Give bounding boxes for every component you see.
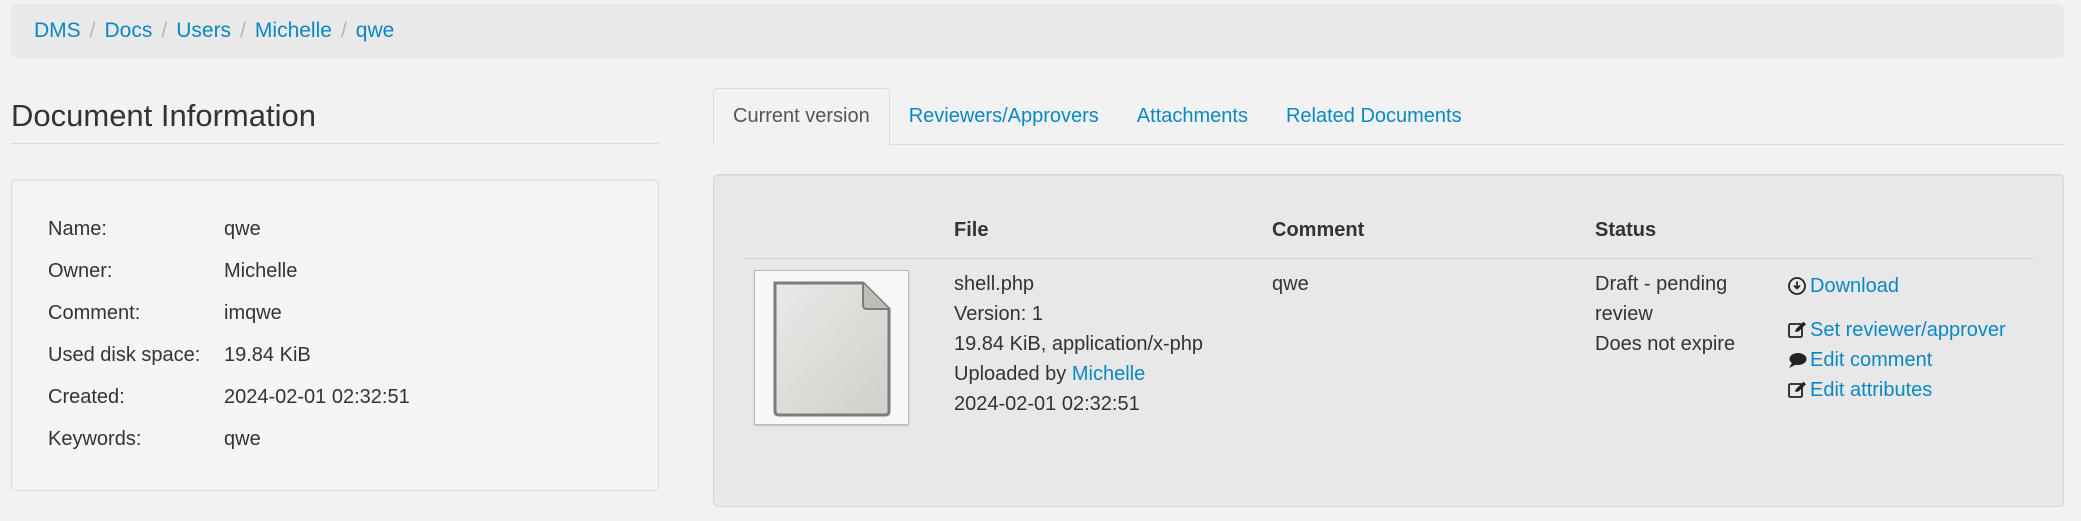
file-name: shell.php bbox=[954, 273, 1035, 295]
file-size-type: 19.84 KiB, application/x-php bbox=[954, 333, 1204, 355]
info-label: Owner: bbox=[48, 260, 113, 282]
set-reviewer-action[interactable]: Set reviewer/approver bbox=[1788, 315, 2006, 345]
current-version-panel: File Comment Status shell.php Version: 1… bbox=[713, 174, 2064, 507]
version-status: Draft - pending review Does not expire bbox=[1595, 269, 1735, 359]
info-value-comment: imqwe bbox=[224, 302, 282, 324]
info-row-name: Name: qwe bbox=[48, 218, 410, 260]
breadcrumb-separator: / bbox=[89, 19, 96, 42]
breadcrumb-separator: / bbox=[340, 19, 347, 42]
comment-icon bbox=[1788, 351, 1810, 369]
breadcrumb-separator: / bbox=[161, 19, 168, 42]
breadcrumb-qwe[interactable]: qwe bbox=[356, 19, 395, 43]
info-row-owner: Owner: Michelle bbox=[48, 260, 410, 302]
info-label: Comment: bbox=[48, 302, 141, 324]
upload-date: 2024-02-01 02:32:51 bbox=[954, 393, 1140, 415]
uploader-link[interactable]: Michelle bbox=[1072, 363, 1145, 385]
info-row-created: Created: 2024-02-01 02:32:51 bbox=[48, 386, 410, 428]
header-status: Status bbox=[1595, 219, 1657, 241]
info-label: Created: bbox=[48, 386, 125, 408]
status-line: review bbox=[1595, 303, 1653, 325]
document-information-heading: Document Information bbox=[11, 98, 659, 144]
document-info-table: Name: qwe Owner: Michelle Comment: imqwe… bbox=[48, 218, 410, 470]
info-value-name: qwe bbox=[224, 218, 261, 240]
breadcrumb-dms[interactable]: DMS bbox=[34, 19, 81, 43]
edit-comment-link[interactable]: Edit comment bbox=[1810, 349, 1932, 372]
info-value-disk-space: 19.84 KiB bbox=[224, 344, 311, 366]
owner-link[interactable]: Michelle bbox=[224, 260, 297, 283]
info-row-comment: Comment: imqwe bbox=[48, 302, 410, 344]
file-details: shell.php Version: 1 19.84 KiB, applicat… bbox=[954, 269, 1203, 419]
header-comment: Comment bbox=[1272, 219, 1365, 241]
tab-related-documents[interactable]: Related Documents bbox=[1267, 88, 1481, 145]
info-value-created: 2024-02-01 02:32:51 bbox=[224, 386, 410, 408]
edit-comment-action[interactable]: Edit comment bbox=[1788, 345, 2006, 375]
tab-reviewers-approvers[interactable]: Reviewers/Approvers bbox=[890, 88, 1118, 145]
info-label: Name: bbox=[48, 218, 107, 240]
version-comment: qwe bbox=[1272, 273, 1309, 295]
version-actions: Download Set reviewer/approver Edit comm… bbox=[1788, 271, 2006, 405]
breadcrumb-users[interactable]: Users bbox=[176, 19, 231, 43]
edit-icon bbox=[1788, 381, 1810, 399]
set-reviewer-link[interactable]: Set reviewer/approver bbox=[1810, 319, 2006, 342]
download-circle-icon bbox=[1788, 277, 1810, 295]
download-link[interactable]: Download bbox=[1810, 275, 1899, 298]
tab-current-version[interactable]: Current version bbox=[713, 88, 890, 145]
info-label: Keywords: bbox=[48, 428, 142, 450]
tab-attachments[interactable]: Attachments bbox=[1118, 88, 1267, 145]
document-info-panel: Name: qwe Owner: Michelle Comment: imqwe… bbox=[11, 179, 659, 491]
breadcrumb-separator: / bbox=[240, 19, 246, 42]
version-table-header: File Comment Status bbox=[744, 175, 2034, 259]
header-file: File bbox=[954, 219, 989, 241]
breadcrumb-michelle[interactable]: Michelle bbox=[255, 19, 332, 43]
download-action[interactable]: Download bbox=[1788, 271, 2006, 301]
info-row-keywords: Keywords: qwe bbox=[48, 428, 410, 470]
edit-attributes-link[interactable]: Edit attributes bbox=[1810, 379, 1932, 402]
edit-attributes-action[interactable]: Edit attributes bbox=[1788, 375, 2006, 405]
file-thumbnail-icon[interactable] bbox=[754, 270, 909, 425]
info-value-keywords: qwe bbox=[224, 428, 261, 450]
status-line: Draft - pending bbox=[1595, 273, 1728, 295]
uploaded-by-prefix: Uploaded by bbox=[954, 363, 1067, 385]
uploaded-by: Uploaded by Michelle bbox=[954, 359, 1203, 389]
info-label: Used disk space: bbox=[48, 344, 201, 366]
breadcrumb-docs[interactable]: Docs bbox=[105, 19, 153, 43]
file-version: Version: 1 bbox=[954, 303, 1043, 325]
document-tabs: Current version Reviewers/Approvers Atta… bbox=[713, 88, 2064, 145]
expiry-status: Does not expire bbox=[1595, 333, 1736, 355]
breadcrumb: DMS / Docs / Users / Michelle / qwe bbox=[11, 4, 2064, 58]
info-row-disk-space: Used disk space: 19.84 KiB bbox=[48, 344, 410, 386]
edit-icon bbox=[1788, 321, 1810, 339]
